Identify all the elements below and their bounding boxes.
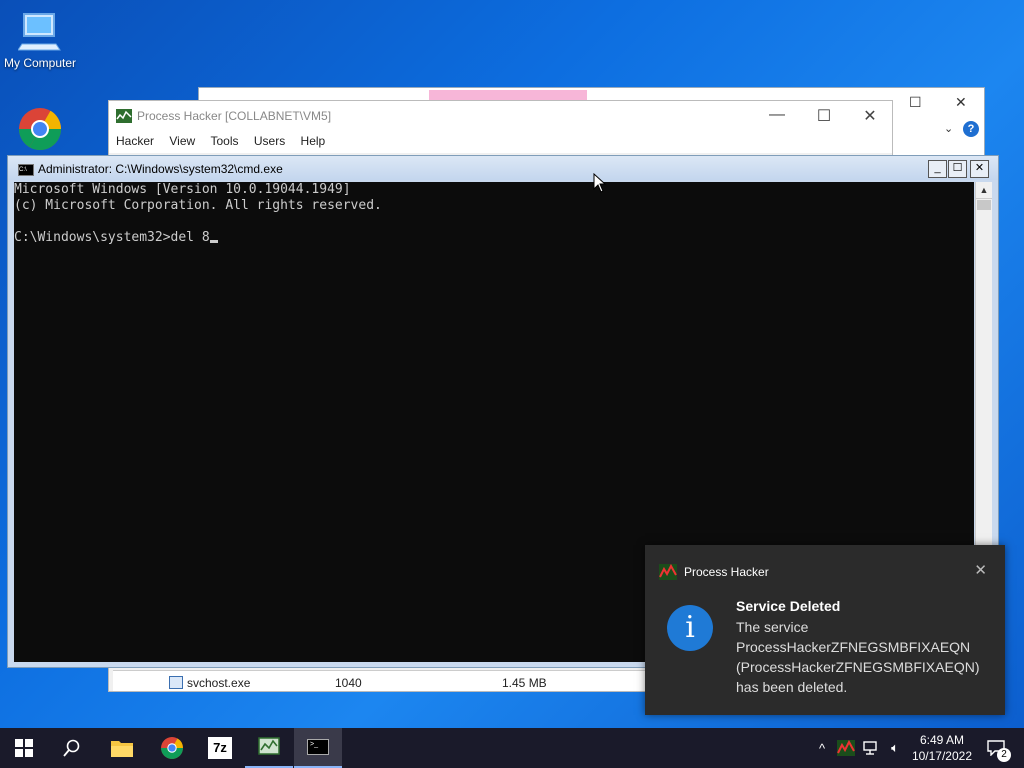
taskbar: 7z >_ ^ 🔈︎ 6:49 AM 10/17/2022 2 [0, 728, 1024, 768]
text-cursor [209, 240, 218, 243]
menu-tools[interactable]: Tools [211, 134, 239, 148]
process-icon [169, 676, 183, 689]
console-line: (c) Microsoft Corporation. All rights re… [14, 198, 382, 213]
desktop-icon-label: My Computer [3, 56, 77, 70]
info-icon: i [667, 605, 713, 651]
notification-badge: 2 [997, 748, 1011, 762]
scroll-up-icon[interactable]: ▲ [976, 182, 992, 199]
menu-view[interactable]: View [169, 134, 195, 148]
cmd-icon: >_ [307, 739, 329, 755]
toast-app-name: Process Hacker [684, 565, 769, 579]
desktop-icon-chrome[interactable] [0, 106, 80, 154]
menu-bar: Hacker View Tools Users Help [109, 131, 892, 153]
close-icon[interactable]: ✕ [974, 561, 987, 579]
process-hacker-titlebar[interactable]: Process Hacker [COLLABNET\VM5] — ☐ ✕ [109, 101, 892, 131]
close-button[interactable]: ✕ [970, 160, 989, 178]
maximize-icon[interactable]: ☐ [809, 106, 839, 126]
chrome-icon [161, 737, 183, 759]
menu-help[interactable]: Help [301, 134, 326, 148]
window-title: Process Hacker [COLLABNET\VM5] [137, 109, 332, 123]
start-button[interactable] [0, 728, 48, 768]
cmd-icon: C:\ [18, 164, 34, 176]
process-hacker-icon [258, 737, 280, 755]
desktop-icon-my-computer[interactable]: My Computer [0, 10, 80, 70]
taskbar-cmd[interactable]: >_ [294, 728, 342, 768]
process-hacker-icon [659, 564, 677, 580]
taskbar-process-hacker[interactable] [245, 728, 293, 768]
console-prompt: C:\Windows\system32>del 8 [14, 230, 210, 245]
console-line: Microsoft Windows [Version 10.0.19044.19… [14, 182, 351, 197]
volume-icon[interactable]: 🔈︎ [884, 728, 906, 768]
network-icon[interactable] [860, 728, 882, 768]
windows-icon [15, 739, 33, 757]
toast-body: The service ProcessHackerZFNEGSMBFIXAEQN… [736, 619, 980, 695]
chevron-down-icon[interactable]: ⌄ [944, 122, 953, 135]
taskbar-7zip[interactable]: 7z [196, 728, 244, 768]
search-button[interactable] [48, 728, 96, 768]
chevron-up-icon[interactable]: ^ [812, 728, 832, 768]
clock-time: 6:49 AM [919, 733, 964, 747]
console-prompt-line[interactable]: C:\Windows\system32>del 8 [14, 230, 974, 246]
toast-notification[interactable]: Process Hacker ✕ i Service Deleted The s… [645, 545, 1005, 715]
taskbar-file-explorer[interactable] [98, 728, 146, 768]
cmd-titlebar[interactable]: C:\ Administrator: C:\Windows\system32\c… [8, 156, 998, 180]
7zip-icon: 7z [208, 737, 232, 759]
process-hacker-icon [837, 740, 855, 756]
close-icon[interactable]: ✕ [955, 94, 967, 111]
clock[interactable]: 6:49 AM 10/17/2022 [912, 732, 972, 764]
process-name: svchost.exe [187, 676, 251, 690]
toast-heading: Service Deleted [736, 598, 841, 614]
scroll-thumb[interactable] [977, 200, 991, 210]
mouse-pointer-icon [593, 173, 607, 193]
process-hacker-icon [116, 109, 132, 123]
maximize-button[interactable]: ☐ [948, 160, 967, 178]
process-memory: 1.45 MB [502, 676, 547, 690]
maximize-icon[interactable]: ☐ [909, 94, 922, 111]
minimize-icon[interactable]: — [762, 106, 792, 124]
help-icon[interactable]: ? [963, 121, 979, 137]
window-title: Administrator: C:\Windows\system32\cmd.e… [38, 162, 283, 176]
menu-users[interactable]: Users [254, 134, 285, 148]
search-icon [63, 739, 80, 757]
folder-icon [111, 741, 133, 757]
menu-hacker[interactable]: Hacker [116, 134, 154, 148]
taskbar-chrome[interactable] [148, 728, 196, 768]
process-pid: 1040 [335, 676, 362, 690]
clock-date: 10/17/2022 [911, 749, 972, 763]
action-center-button[interactable]: 2 [978, 728, 1014, 768]
tray-process-hacker[interactable] [834, 728, 858, 768]
close-icon[interactable]: ✕ [855, 106, 885, 126]
chrome-icon [18, 108, 62, 151]
minimize-button[interactable]: _ [928, 160, 947, 178]
computer-icon [18, 13, 61, 51]
